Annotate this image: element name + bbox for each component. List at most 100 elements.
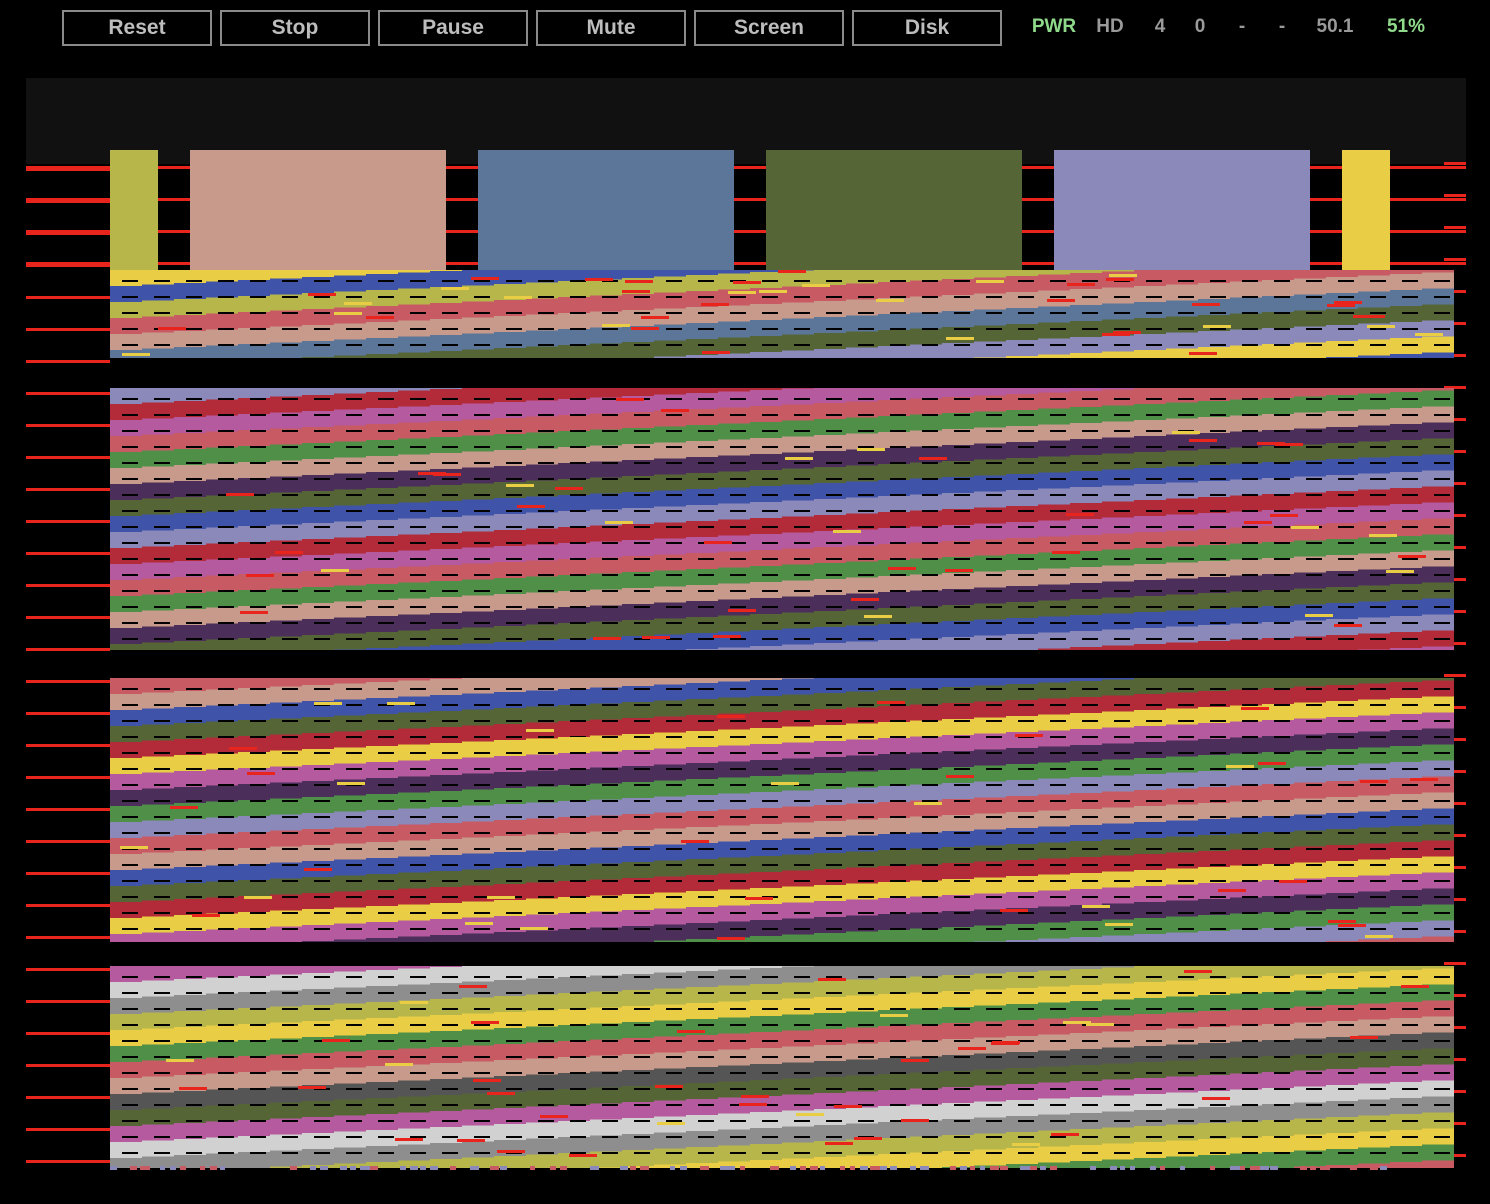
color-stripe [1166,284,1198,301]
raster-tick [179,1087,207,1090]
color-stripe [110,726,142,742]
noise-pixel [1090,1166,1096,1170]
dash-mark [122,736,138,738]
dash-mark [1018,462,1034,464]
color-stripe [910,1136,942,1153]
dash-mark [1338,1152,1354,1154]
color-stripe [974,459,1006,476]
reset-button[interactable]: Reset [62,10,212,46]
color-stripe [942,678,974,687]
screen-button[interactable]: Screen [694,10,844,46]
dash-mark [1146,1152,1162,1154]
dash-mark [538,896,554,898]
dash-mark [698,430,714,432]
color-stripe [238,688,270,704]
dash-mark [666,784,682,786]
dash-mark [1210,494,1226,496]
dash-mark [314,1120,330,1122]
color-stripe [238,494,270,510]
color-stripe [430,966,462,967]
dash-mark [1338,590,1354,592]
color-stripe [334,633,366,650]
dash-mark [154,590,170,592]
dash-mark [1082,768,1098,770]
dash-mark [1338,414,1354,416]
color-stripe [302,925,334,941]
dash-mark [282,328,298,330]
dash-mark [1146,1088,1162,1090]
pause-button[interactable]: Pause [378,10,528,46]
dash-mark [186,462,202,464]
dash-mark [954,296,970,298]
mute-button[interactable]: Mute [536,10,686,46]
dash-mark [346,638,362,640]
color-stripe [846,931,878,942]
dash-mark [954,1008,970,1010]
dash-mark [794,430,810,432]
dash-mark [1402,1152,1418,1154]
dash-mark [186,704,202,706]
color-stripe [430,807,462,823]
dash-mark [1338,606,1354,608]
color-stripe [302,1101,334,1117]
color-stripe [1134,286,1166,302]
color-stripe [1038,1098,1070,1115]
dash-mark [218,944,234,946]
dash-mark [410,912,426,914]
color-stripe [782,334,814,351]
dash-mark [1338,1072,1354,1074]
dash-mark [762,848,778,850]
color-stripe [334,1099,366,1116]
emulator-screen[interactable] [26,78,1466,1174]
color-stripe [782,742,814,759]
dash-mark [1146,606,1162,608]
dash-mark [1402,478,1418,480]
dash-mark [602,896,618,898]
dash-mark [570,1120,586,1122]
dash-mark [1178,1152,1194,1154]
dash-mark [730,944,746,946]
color-stripe [302,1133,334,1149]
dash-mark [1082,360,1098,362]
dash-mark [858,1120,874,1122]
dash-mark [922,526,938,528]
color-stripe [1134,388,1166,404]
dash-mark [474,912,490,914]
dash-mark [794,992,810,994]
dash-mark [1050,1008,1066,1010]
color-stripe [1262,1104,1294,1120]
dash-mark [282,688,298,690]
color-stripe [814,388,846,403]
raster-tick [728,291,756,294]
dash-mark [1338,622,1354,624]
dash-mark [1306,864,1322,866]
color-stripe [142,678,174,693]
color-stripe [142,868,174,885]
color-stripe [206,527,238,544]
dash-mark [1114,1120,1130,1122]
noise-pixel [680,1166,687,1170]
stop-button[interactable]: Stop [220,10,370,46]
disk-button[interactable]: Disk [852,10,1002,46]
color-stripe [1166,678,1198,693]
color-stripe [974,507,1006,524]
dash-mark [250,590,266,592]
dash-mark [858,864,874,866]
color-stripe [430,678,462,679]
color-stripe [142,756,174,773]
dash-mark [1050,328,1066,330]
dash-mark [218,864,234,866]
dash-mark [1114,880,1130,882]
dash-mark [730,1040,746,1042]
color-stripe [1038,392,1070,409]
dash-mark [922,558,938,560]
color-stripe [974,411,1006,428]
color-stripe [334,1035,366,1052]
dash-mark [122,478,138,480]
raster-tick [745,897,773,900]
dash-mark [890,1088,906,1090]
dash-mark [570,414,586,416]
dash-mark [1178,992,1194,994]
dash-mark [858,848,874,850]
dash-mark [1274,976,1290,978]
